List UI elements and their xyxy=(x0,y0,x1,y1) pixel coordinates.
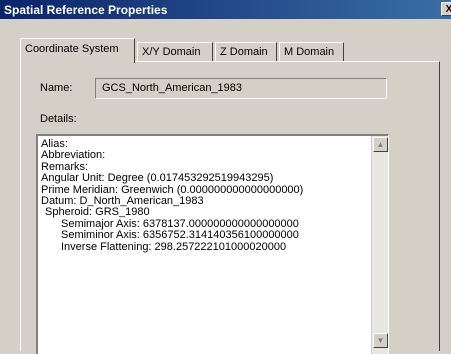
details-label: Details: xyxy=(40,113,77,125)
details-text: Alias: Abbreviation: Remarks: Angular Un… xyxy=(41,138,369,253)
title-bar: Spatial Reference Properties X xyxy=(0,0,451,19)
tab-label: M Domain xyxy=(284,46,335,58)
details-line-angular-unit: Angular Unit: Degree (0.0174532925199432… xyxy=(41,172,274,185)
close-icon: X xyxy=(445,4,451,15)
details-line-semiminor-axis: Semiminor Axis: 6356752.3141403561000000… xyxy=(61,229,299,242)
name-field: GCS_North_American_1983 xyxy=(95,78,387,99)
details-textbox[interactable]: Alias: Abbreviation: Remarks: Angular Un… xyxy=(36,134,389,354)
window-title: Spatial Reference Properties xyxy=(4,3,168,17)
tab-xy-domain[interactable]: X/Y Domain xyxy=(137,42,213,62)
tab-label: X/Y Domain xyxy=(142,46,201,58)
tab-label: Z Domain xyxy=(220,46,268,58)
scroll-up-arrow-icon: ▲ xyxy=(376,140,385,149)
name-label: Name: xyxy=(40,82,73,94)
vertical-scrollbar[interactable]: ▲ ▼ xyxy=(371,136,388,354)
tab-label: Coordinate System xyxy=(25,43,119,55)
details-line-inverse-flattening: Inverse Flattening: 298.2572221010000200… xyxy=(61,240,287,253)
tab-z-domain[interactable]: Z Domain xyxy=(215,42,277,62)
tab-coordinate-system[interactable]: Coordinate System xyxy=(20,38,135,63)
scroll-down-arrow-icon: ▼ xyxy=(376,336,385,345)
scroll-down-button[interactable]: ▼ xyxy=(373,333,388,348)
close-button[interactable]: X xyxy=(441,2,451,16)
tab-m-domain[interactable]: M Domain xyxy=(279,42,344,62)
scroll-up-button[interactable]: ▲ xyxy=(373,137,388,152)
details-line-abbreviation: Abbreviation: xyxy=(41,149,106,162)
